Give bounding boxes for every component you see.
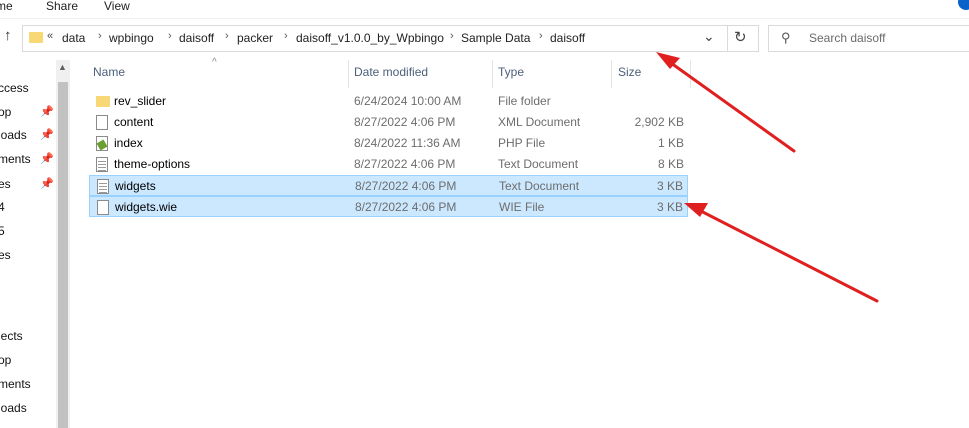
- annotation-arrow-address: [656, 52, 796, 153]
- annotation-overlay: [656, 52, 879, 303]
- annotation-arrow-widgets-wie: [684, 203, 879, 303]
